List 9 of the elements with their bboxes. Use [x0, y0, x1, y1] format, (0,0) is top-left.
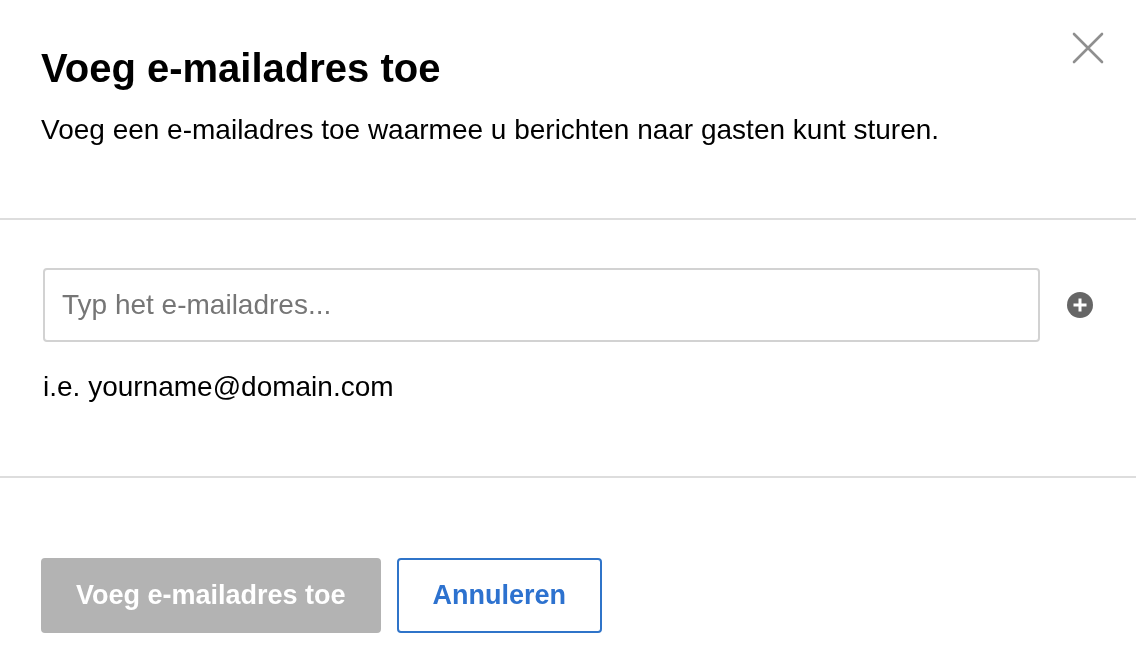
- dialog-description: Voeg een e-mailadres toe waarmee u berichten naar gasten kunt sturen.: [41, 113, 941, 147]
- close-icon: [1072, 32, 1104, 64]
- close-button[interactable]: [1072, 32, 1104, 64]
- dialog-title: Voeg e-mailadres toe: [41, 45, 442, 92]
- cancel-button[interactable]: Annuleren: [396, 558, 603, 633]
- plus-circle-icon: [1067, 292, 1093, 318]
- email-input[interactable]: Typ het e-mailadres...: [43, 268, 1040, 342]
- add-button[interactable]: [1067, 292, 1093, 318]
- email-hint: i.e. yourname@domain.com: [43, 370, 395, 404]
